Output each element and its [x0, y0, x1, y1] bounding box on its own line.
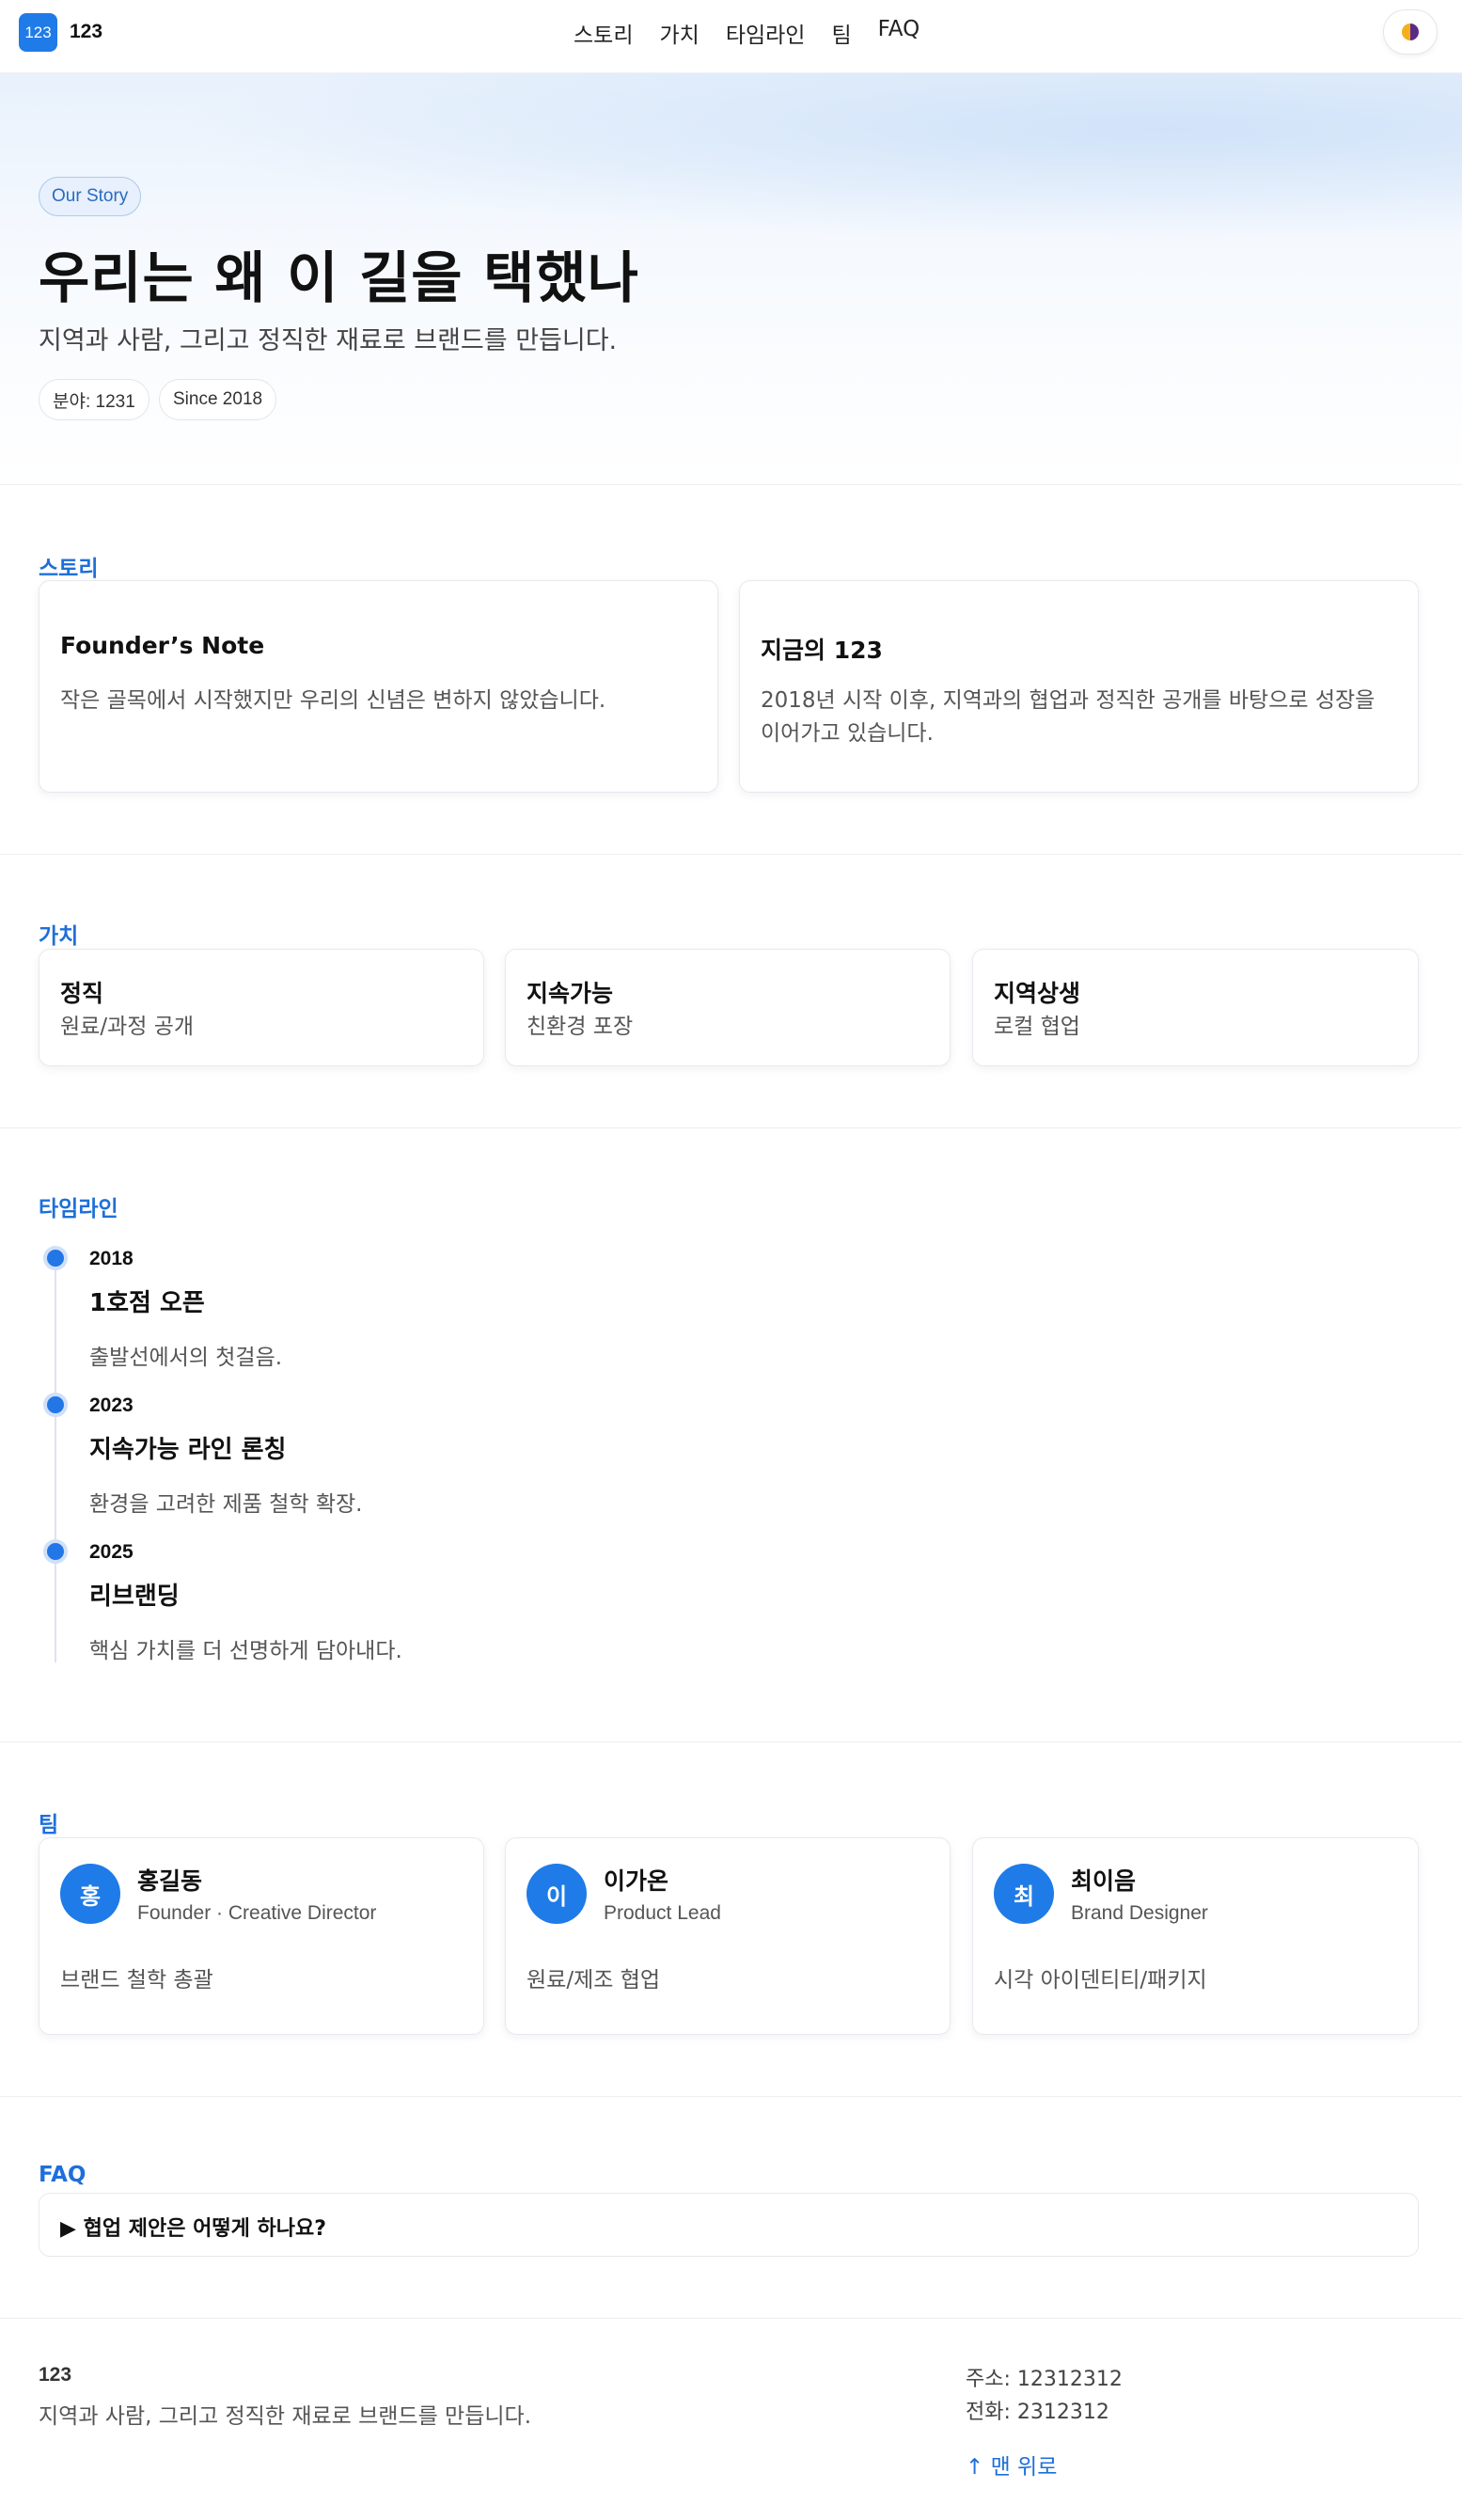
divider [0, 2096, 1462, 2097]
timeline-desc: 환경을 고려한 제품 철학 확장. [89, 1492, 363, 1517]
team-card: 홍 홍길동 Founder · Creative Director 브랜드 철학… [39, 1837, 484, 2035]
tag-since: Since 2018 [159, 379, 277, 420]
section-label-faq: FAQ [39, 2163, 86, 2187]
section-label-team: 팀 [39, 1813, 59, 1837]
member-desc: 시각 아이덴티티/패키지 [994, 1968, 1207, 1992]
logo-badge[interactable]: 123 [19, 13, 57, 52]
card-title: 지금의 123 [761, 637, 883, 664]
footer-brand: 123 [39, 2364, 72, 2386]
timeline-desc: 출발선에서의 첫걸음. [89, 1346, 283, 1370]
timeline-line [55, 1258, 56, 1662]
story-card-founder: Founder’s Note 작은 골목에서 시작했지만 우리의 신념은 변하지… [39, 580, 718, 793]
timeline-year: 2018 [89, 1248, 134, 1269]
value-card-sustainable: 지속가능 친환경 포장 [505, 949, 951, 1066]
timeline-title: 1호점 오픈 [89, 1289, 205, 1317]
main-nav: 스토리 가치 타임라인 팀 FAQ [574, 17, 920, 49]
card-text: 로컬 협업 [994, 1015, 1080, 1039]
footer-tagline: 지역과 사람, 그리고 정직한 재료로 브랜드를 만듭니다. [39, 2404, 532, 2429]
footer-address: 주소: 12312312 [966, 2368, 1123, 2391]
timeline-title: 리브랜딩 [89, 1583, 180, 1611]
card-text: 작은 골목에서 시작했지만 우리의 신념은 변하지 않았습니다. [60, 688, 606, 713]
timeline-dot [43, 1246, 68, 1270]
nav-team[interactable]: 팀 [831, 17, 851, 49]
divider [0, 1741, 1462, 1742]
tag-field: 분야: 1231 [39, 379, 149, 420]
member-role: Founder · Creative Director [137, 1902, 377, 1924]
divider [0, 2318, 1462, 2319]
avatar: 이 [527, 1864, 587, 1924]
member-name: 이가온 [604, 1867, 669, 1895]
team-card: 이 이가온 Product Lead 원료/제조 협업 [505, 1837, 951, 2035]
story-card-now: 지금의 123 2018년 시작 이후, 지역과의 협업과 정직한 공개를 바탕… [739, 580, 1419, 793]
member-desc: 원료/제조 협업 [527, 1968, 661, 1992]
card-text: 2018년 시작 이후, 지역과의 협업과 정직한 공개를 바탕으로 성장을 이… [761, 688, 1376, 746]
faq-question[interactable]: ▶ 협업 제안은 어떻게 하나요? [60, 2212, 326, 2242]
theme-toggle-button[interactable] [1383, 9, 1438, 55]
nav-faq[interactable]: FAQ [878, 17, 920, 49]
nav-values[interactable]: 가치 [659, 17, 699, 49]
hero-section: Our Story 우리는 왜 이 길을 택했나 지역과 사람, 그리고 정직한… [0, 73, 1462, 485]
divider [0, 854, 1462, 855]
member-desc: 브랜드 철학 총괄 [60, 1968, 213, 1992]
section-label-values: 가치 [39, 924, 79, 949]
footer-phone: 전화: 2312312 [966, 2401, 1109, 2424]
card-title: 지역상생 [994, 980, 1081, 1007]
value-card-local: 지역상생 로컬 협업 [972, 949, 1419, 1066]
card-title: 지속가능 [527, 980, 614, 1007]
card-title: Founder’s Note [60, 632, 265, 659]
faq-item[interactable]: ▶ 협업 제안은 어떻게 하나요? [39, 2193, 1419, 2257]
card-text: 원료/과정 공개 [60, 1015, 195, 1039]
logo-text[interactable]: 123 [70, 21, 102, 43]
value-card-honesty: 정직 원료/과정 공개 [39, 949, 484, 1066]
page-title: 우리는 왜 이 길을 택했나 [39, 245, 639, 310]
timeline-dot [43, 1393, 68, 1417]
timeline-dot [43, 1539, 68, 1564]
timeline-desc: 핵심 가치를 더 선명하게 담아내다. [89, 1639, 402, 1663]
member-role: Brand Designer [1071, 1902, 1208, 1924]
hero-subtitle: 지역과 사람, 그리고 정직한 재료로 브랜드를 만듭니다. [39, 326, 618, 355]
member-role: Product Lead [604, 1902, 721, 1924]
half-circle-icon [1402, 24, 1419, 40]
timeline-year: 2023 [89, 1394, 134, 1416]
card-title: 정직 [60, 980, 104, 1007]
site-header: 123 123 스토리 가치 타임라인 팀 FAQ [0, 0, 1462, 73]
our-story-pill: Our Story [39, 177, 142, 216]
back-to-top-link[interactable]: ↑ 맨 위로 [966, 2449, 1057, 2481]
avatar: 최 [994, 1864, 1054, 1924]
team-card: 최 최이음 Brand Designer 시각 아이덴티티/패키지 [972, 1837, 1419, 2035]
section-label-story: 스토리 [39, 557, 99, 581]
card-text: 친환경 포장 [527, 1015, 634, 1039]
member-name: 홍길동 [137, 1867, 203, 1895]
nav-timeline[interactable]: 타임라인 [726, 17, 806, 49]
member-name: 최이음 [1071, 1867, 1137, 1895]
section-label-timeline: 타임라인 [39, 1197, 118, 1221]
divider [0, 1127, 1462, 1128]
nav-story[interactable]: 스토리 [574, 17, 633, 49]
avatar: 홍 [60, 1864, 120, 1924]
timeline-year: 2025 [89, 1541, 134, 1563]
timeline-title: 지속가능 라인 론칭 [89, 1436, 287, 1464]
